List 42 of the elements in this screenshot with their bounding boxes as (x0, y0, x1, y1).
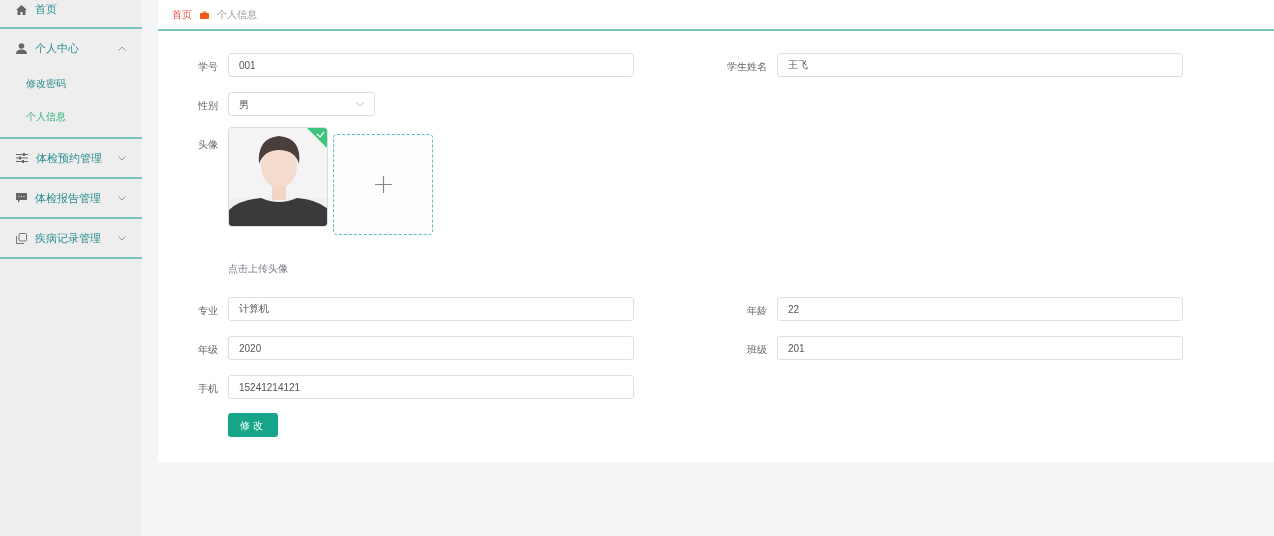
bag-icon (200, 10, 209, 19)
field-label: 班级 (746, 343, 768, 357)
breadcrumb-link[interactable]: 首页 (172, 7, 192, 22)
sliders-icon (16, 153, 28, 163)
sidebar-item[interactable]: 体检报告管理 (0, 179, 142, 217)
input-field[interactable]: 201 (777, 336, 1183, 360)
field-label: 头像 (197, 138, 219, 152)
home-icon (16, 4, 27, 15)
sidebar-item[interactable]: 体检预约管理 (0, 139, 142, 177)
input-field[interactable]: 22 (777, 297, 1183, 321)
submenu-item[interactable]: 修改密码 (0, 67, 142, 100)
field-label: 学生姓名 (726, 60, 768, 74)
check-badge-icon (307, 128, 327, 148)
chevron-icon (118, 195, 126, 201)
sidebar-item[interactable]: 首页 (0, 0, 142, 27)
chat-icon (16, 193, 27, 203)
field-label: 专业 (197, 304, 219, 318)
input-field[interactable]: 2020 (228, 336, 634, 360)
chevron-icon (356, 101, 364, 107)
field-label: 性别 (197, 99, 219, 113)
field-label: 年龄 (746, 304, 768, 318)
sidebar-item[interactable]: 个人中心 (0, 29, 142, 67)
sidebar-item[interactable]: 疾病记录管理 (0, 219, 142, 257)
chevron-icon (118, 155, 126, 161)
chevron-icon (118, 45, 126, 51)
copy-icon (16, 232, 27, 244)
field-label: 学号 (197, 60, 219, 74)
plus-icon (374, 176, 392, 193)
upload-box[interactable] (333, 134, 433, 235)
upload-hint: 点击上传头像 (228, 262, 289, 276)
breadcrumb-current: 个人信息 (217, 8, 257, 22)
input-field[interactable]: 001 (228, 53, 634, 77)
input-field[interactable]: 计算机 (228, 297, 634, 321)
submit-button[interactable]: 修改 (228, 413, 278, 437)
submenu-item[interactable]: 个人信息 (0, 100, 142, 133)
chevron-icon (118, 235, 126, 241)
input-field[interactable]: 王飞 (777, 53, 1183, 77)
field-label: 手机 (197, 382, 219, 396)
input-field[interactable]: 15241214121 (228, 375, 634, 399)
user-icon (16, 42, 27, 54)
field-label: 年级 (197, 343, 219, 357)
select-field[interactable]: 男 (228, 92, 375, 116)
